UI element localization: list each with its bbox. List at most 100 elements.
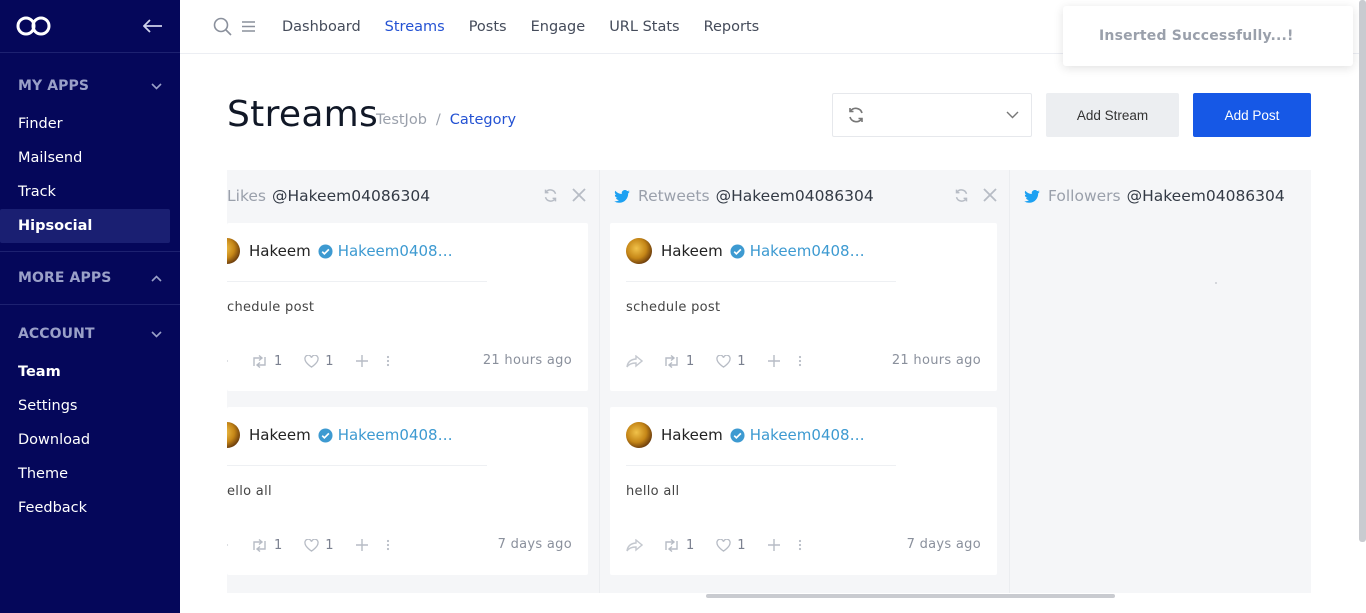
breadcrumb-item-category[interactable]: Category: [450, 112, 516, 128]
author-handle[interactable]: Hakeem0408…: [750, 242, 865, 260]
verified-icon: [318, 243, 333, 259]
sidebar-item-settings[interactable]: Settings: [0, 389, 170, 423]
sidebar-item-team[interactable]: Team: [0, 355, 170, 389]
add-stream-button[interactable]: Add Stream: [1046, 93, 1179, 137]
divider: [626, 281, 896, 282]
avatar[interactable]: [626, 422, 652, 448]
section-toggle-my-apps[interactable]: MY APPS: [0, 65, 180, 107]
heart-icon: [304, 538, 319, 552]
nav-engage[interactable]: Engage: [531, 19, 586, 35]
divider: [626, 465, 896, 466]
divider: [227, 281, 487, 282]
close-icon[interactable]: [983, 188, 997, 202]
refresh-icon: [849, 107, 863, 123]
like-count: 1: [325, 537, 334, 553]
nav-dashboard[interactable]: Dashboard: [282, 19, 361, 35]
author-handle[interactable]: Hakeem0408…: [338, 242, 453, 260]
sidebar-item-finder[interactable]: Finder: [0, 107, 170, 141]
author-handle[interactable]: Hakeem0408…: [338, 426, 453, 444]
author-name[interactable]: Hakeem: [249, 426, 311, 444]
column-account: @Hakeem04086304: [1126, 187, 1285, 205]
collapse-sidebar-icon[interactable]: [142, 15, 164, 37]
divider: [227, 465, 487, 466]
more-options-icon[interactable]: [386, 355, 390, 367]
refresh-icon[interactable]: [954, 188, 969, 203]
like-button[interactable]: 1: [304, 537, 334, 553]
share-icon[interactable]: [227, 538, 231, 552]
tweet-time: 21 hours ago: [891, 353, 981, 368]
share-icon[interactable]: [626, 538, 643, 552]
sidebar-item-hipsocial[interactable]: Hipsocial: [0, 209, 170, 243]
add-icon[interactable]: [767, 539, 780, 551]
add-post-button[interactable]: Add Post: [1193, 93, 1311, 137]
author-name[interactable]: Hakeem: [249, 242, 311, 260]
nav-reports[interactable]: Reports: [704, 19, 760, 35]
tweet-time: 7 days ago: [906, 537, 981, 552]
sidebar-section-account: ACCOUNT Team Settings Download Theme Fee…: [0, 305, 180, 533]
tweet-card: Hakeem Hakeem0408… schedule post 1 1 21 …: [610, 223, 997, 391]
refresh-icon[interactable]: [543, 188, 558, 203]
column-header: Followers @Hakeem04086304: [1010, 170, 1311, 222]
share-icon[interactable]: [227, 354, 231, 368]
verified-icon: [318, 427, 333, 443]
sidebar-item-feedback[interactable]: Feedback: [0, 491, 170, 525]
retweet-button[interactable]: 1: [663, 354, 694, 369]
author-name[interactable]: Hakeem: [661, 426, 723, 444]
sidebar-item-theme[interactable]: Theme: [0, 457, 170, 491]
app-logo[interactable]: [16, 16, 52, 36]
vertical-scrollbar[interactable]: [1359, 0, 1366, 542]
stream-select-dropdown[interactable]: [832, 93, 1032, 137]
avatar[interactable]: [227, 238, 240, 264]
tweet-text: hello all: [626, 484, 680, 499]
horizontal-scrollbar[interactable]: [706, 594, 1115, 598]
like-button[interactable]: 1: [716, 537, 746, 553]
retweet-count: 1: [686, 537, 695, 553]
add-icon[interactable]: [355, 355, 368, 367]
verified-icon: [730, 427, 745, 443]
retweet-button[interactable]: 1: [663, 538, 694, 553]
tweet-author: Hakeem Hakeem0408…: [626, 422, 865, 448]
nav-url-stats[interactable]: URL Stats: [609, 19, 679, 35]
stream-column-likes: Likes @Hakeem04086304 Hakeem Hakeem0408……: [227, 170, 599, 593]
breadcrumb-item-testjob[interactable]: TestJob: [376, 112, 427, 128]
section-title: MORE APPS: [18, 270, 112, 286]
close-icon[interactable]: [572, 188, 586, 202]
avatar[interactable]: [626, 238, 652, 264]
like-count: 1: [325, 353, 334, 369]
sidebar-item-download[interactable]: Download: [0, 423, 170, 457]
column-account: @Hakeem04086304: [271, 187, 431, 205]
retweet-icon: [665, 354, 678, 368]
twitter-icon: [1024, 189, 1040, 203]
section-toggle-account[interactable]: ACCOUNT: [0, 313, 180, 355]
like-count: 1: [737, 537, 746, 553]
search-icon[interactable]: [212, 17, 232, 37]
like-button[interactable]: 1: [716, 354, 746, 369]
add-icon[interactable]: [767, 355, 780, 367]
author-name[interactable]: Hakeem: [661, 242, 723, 260]
retweet-count: 1: [686, 353, 695, 369]
more-options-icon[interactable]: [386, 539, 390, 551]
stream-column-retweets: Retweets @Hakeem04086304 Hakeem Hakeem04…: [599, 170, 1009, 593]
more-options-icon[interactable]: [798, 355, 802, 367]
share-icon[interactable]: [626, 354, 643, 368]
page-title: Streams: [227, 94, 379, 135]
avatar[interactable]: [227, 422, 240, 448]
nav-streams[interactable]: Streams: [385, 19, 445, 35]
like-button[interactable]: 1: [304, 353, 334, 369]
chevron-up-icon: [151, 274, 162, 282]
column-type: Followers: [1048, 187, 1121, 205]
sidebar-item-mailsend[interactable]: Mailsend: [0, 141, 170, 175]
column-actions: [543, 188, 586, 203]
menu-icon[interactable]: [238, 17, 258, 37]
retweet-button[interactable]: 1: [251, 538, 282, 553]
tweet-author: Hakeem Hakeem0408…: [626, 238, 865, 264]
retweet-button[interactable]: 1: [251, 354, 282, 369]
section-toggle-more-apps[interactable]: MORE APPS: [0, 257, 180, 299]
streams-board[interactable]: Likes @Hakeem04086304 Hakeem Hakeem0408……: [227, 170, 1311, 593]
add-icon[interactable]: [355, 539, 368, 551]
tweet-actions: 1 1: [227, 351, 412, 371]
sidebar-item-track[interactable]: Track: [0, 175, 170, 209]
more-options-icon[interactable]: [798, 539, 802, 551]
nav-posts[interactable]: Posts: [469, 19, 507, 35]
author-handle[interactable]: Hakeem0408…: [750, 426, 865, 444]
